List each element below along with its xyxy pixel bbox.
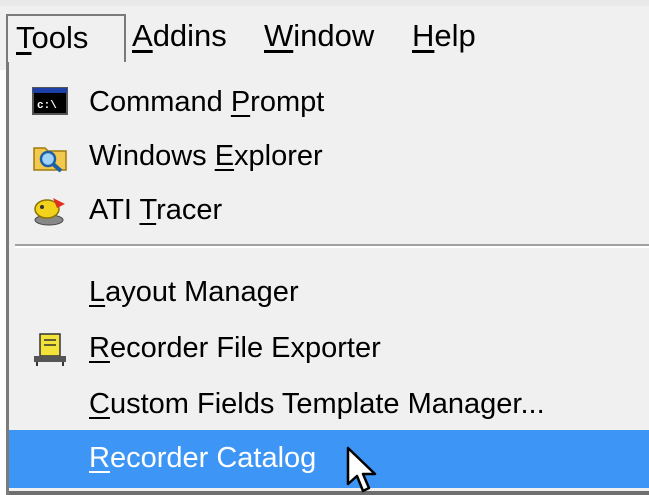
label-part: Command (89, 86, 231, 118)
windows-explorer-icon (31, 140, 69, 174)
layout-manager-label: Layout Manager (89, 272, 299, 312)
label-part: ayout Manager (105, 276, 299, 308)
ati-tracer-label: ATI Tracer (89, 190, 222, 230)
menu-bar: Tools Addins Window Help (0, 0, 649, 70)
menu-item-custom-fields-template-manager[interactable]: Custom Fields Template Manager... (9, 376, 649, 434)
recorder-catalog-label: Recorder Catalog (89, 438, 316, 478)
label-part: racer (156, 194, 223, 226)
menu-item-recorder-catalog[interactable]: Recorder Catalog (9, 430, 649, 488)
app-window: Tools Addins Window Help c:\ Command Pro… (0, 0, 649, 495)
menu-bottom-edge (9, 491, 649, 495)
menu-item-windows-explorer[interactable]: Windows Explorer (9, 128, 649, 186)
menu-tools-label: ools (31, 20, 89, 55)
label-part: ecorder File Exporter (109, 332, 381, 364)
label-part: rompt (250, 86, 325, 118)
label-part: ecorder Catalog (109, 442, 317, 474)
label-part: Windows (89, 140, 215, 172)
menu-addins[interactable]: Addins (124, 14, 235, 62)
menu-tools[interactable]: Tools (6, 14, 126, 62)
menu-item-ati-tracer[interactable]: ATI Tracer (9, 182, 649, 240)
menu-separator (15, 244, 649, 248)
custom-fields-template-manager-label: Custom Fields Template Manager... (89, 384, 545, 424)
menu-window[interactable]: Window (256, 14, 382, 62)
access-key: R (89, 442, 110, 474)
recorder-file-exporter-label: Recorder File Exporter (89, 328, 381, 368)
ati-tracer-icon (31, 194, 69, 228)
access-key: C (89, 388, 110, 420)
menu-addins-label: ddins (152, 18, 227, 53)
menu-window-label: indow (293, 18, 375, 53)
command-prompt-label: Command Prompt (89, 82, 324, 122)
menubar-edge (0, 0, 649, 6)
menu-window-access-key: W (264, 18, 294, 53)
tools-dropdown-menu: c:\ Command Prompt Windows Explorer ATI … (6, 62, 649, 495)
svg-text:c:\: c:\ (37, 100, 57, 112)
label-part: xplorer (234, 140, 323, 172)
menu-help-access-key: H (412, 18, 435, 53)
access-key: E (214, 140, 235, 172)
label-part: ATI (89, 194, 140, 226)
menu-item-command-prompt[interactable]: c:\ Command Prompt (9, 74, 649, 132)
menu-addins-access-key: A (132, 18, 153, 53)
menu-tools-access-key: T (16, 20, 32, 55)
access-key: P (230, 86, 251, 118)
access-key: L (89, 276, 106, 308)
menu-item-layout-manager[interactable]: Layout Manager (9, 264, 649, 322)
command-prompt-icon: c:\ (31, 86, 69, 120)
menu-item-recorder-file-exporter[interactable]: Recorder File Exporter (9, 320, 649, 378)
menu-help-label: elp (434, 18, 476, 53)
access-key: T (139, 194, 157, 226)
recorder-file-exporter-icon (31, 332, 69, 366)
access-key: R (89, 332, 110, 364)
label-part: ustom Fields Template Manager... (109, 388, 545, 420)
mouse-pointer-icon (346, 446, 380, 494)
menu-help[interactable]: Help (404, 14, 484, 62)
windows-explorer-label: Windows Explorer (89, 136, 323, 176)
